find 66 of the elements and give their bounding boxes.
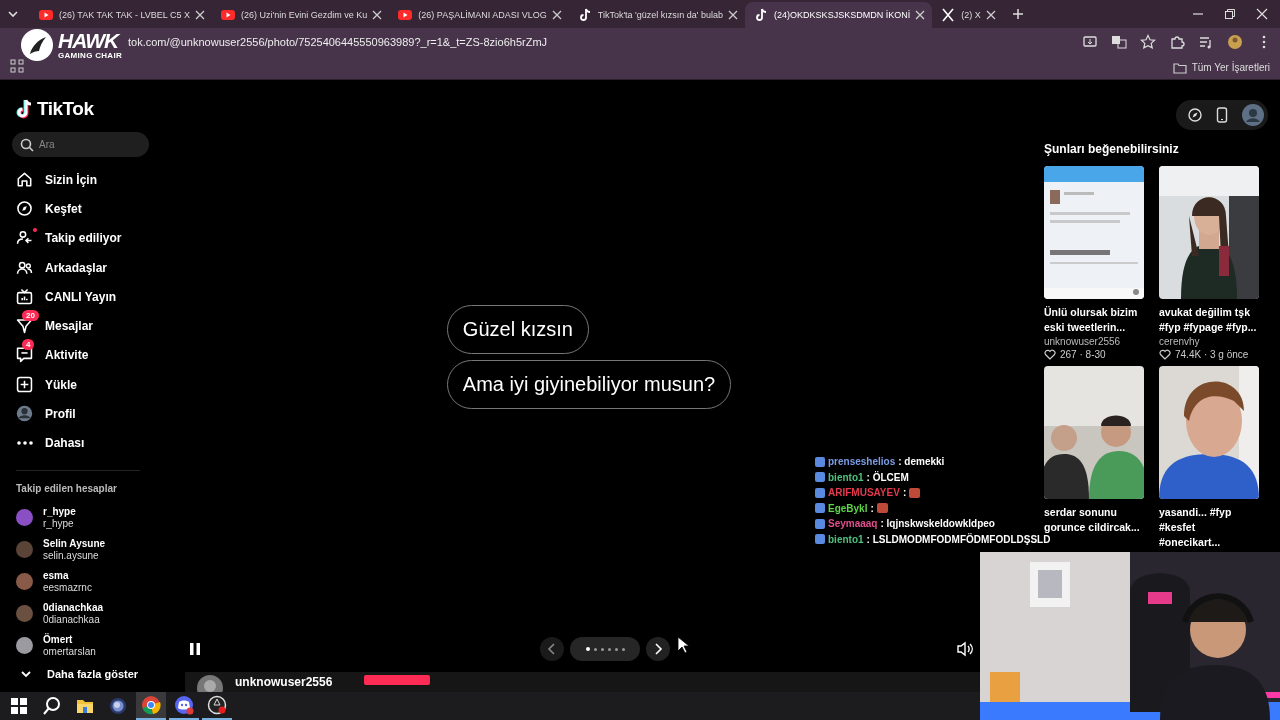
address-text[interactable]: tok.com/@unknowuser2556/photo/7525406445550963989?_r=1&_t=ZS-8zio6h5rZmJ [128,36,548,48]
nav-item[interactable]: Keşfet [12,194,160,224]
chat-username: biento1 [828,533,864,545]
tab-title: TikTok'ta 'güzel kızsın da' bulab [597,10,724,20]
search-field[interactable]: Ara [12,132,149,157]
chat-message: : [902,487,907,499]
account-name[interactable]: r_hype [43,505,76,518]
tab-title: (26) TAK TAK TAK - LVBEL C5 X [59,10,191,20]
chat-username: ARIFMUSAYEV [828,487,900,499]
nav-item[interactable]: Yükle [12,370,160,400]
tab-title: (24)OKDKSKSJSKSDMDN İKONİ [774,10,911,20]
chat-username: Seymaaaq [828,518,878,530]
video-title[interactable]: avukat değilim tşk #fyp #fypage #fyp... [1159,305,1259,335]
account-handle: r_hype [43,517,75,530]
chat-username: prenseshelios [828,456,896,468]
chat-message: : ÖLCEM [866,471,909,483]
nav-item[interactable]: Sizin İçin [12,165,160,195]
account-name[interactable]: Ömert [43,633,96,646]
browser-tab[interactable]: (24)OKDKSKSJSKSDMDN İKONİ [745,2,933,28]
browser-tab[interactable]: (26) TAK TAK TAK - LVBEL C5 X [30,2,213,28]
author-name[interactable]: unknowuser2556 [235,675,333,689]
speech-bubble: Ama iyi giyinebiliyor musun? [446,360,732,409]
nav-item[interactable]: CANLI Yayın [12,282,160,312]
count-badge: 20 [22,310,39,322]
nav-item[interactable]: Dahası [12,428,160,458]
account-name[interactable]: Selin Aysune [43,537,106,550]
tab-title: (26) PAŞALİMANI ADASI VLOG [418,10,547,20]
account-handle: 0dianachkaa [43,613,101,626]
browser-tab[interactable]: (26) Uzi'nin Evini Gezdim ve Ku [212,2,390,28]
chat-username: EgeBykl [828,502,868,514]
account-handle: eesmazrnc [43,581,92,594]
browser-tab[interactable]: (26) PAŞALİMANI ADASI VLOG [389,2,569,28]
video-title[interactable]: serdar sonunu gorunce cildircak... [1044,505,1144,535]
chat-username: biento1 [828,471,864,483]
nav-item[interactable]: 4 Aktivite [12,340,160,371]
show-more-link[interactable]: Daha fazla göster [20,667,160,680]
nav-item[interactable]: Takip ediliyor [12,223,160,253]
account-name[interactable]: esma [43,569,92,582]
nav-item[interactable]: 20 Mesajlar [12,311,160,341]
bookmark-folder[interactable]: Tüm Yer İşaretleri [1172,61,1270,74]
browser-tab[interactable]: (2) X [932,2,1003,28]
overlay-logo-tagline: GAMING CHAIR [58,51,123,60]
section-title: Şunları beğenebilirsiniz [1044,142,1180,156]
count-badge: 4 [22,339,35,351]
tab-title: (2) X [961,10,981,20]
video-title[interactable]: yasandi... #fyp #kesfet #onecikart... [1159,505,1259,550]
chat-message: : LSLDMODMFODMFÖDMFODLDŞSLD [866,533,1051,545]
browser-tab[interactable]: TikTok'ta 'güzel kızsın da' bulab [568,2,746,28]
video-stats: 74.4K · 3 g önce [1175,349,1249,360]
account-handle: selin.aysune [43,549,100,562]
logo-text: TikTok [37,98,94,120]
section-title: Takip edilen hesaplar [16,482,118,494]
video-stats: 267 · 8-30 [1060,349,1106,360]
account-name[interactable]: 0dianachkaa [43,601,104,614]
overlay-logo-text: HAWK [58,30,121,51]
tab-title: (26) Uzi'nin Evini Gezdim ve Ku [241,10,368,20]
author-name[interactable]: unknowuser2556 [1044,336,1144,347]
video-title[interactable]: Ünlü olursak bizim eski tweetlerin... [1044,305,1144,335]
chat-message: : demekki [898,456,945,468]
nav-item[interactable]: Arkadaşlar [12,252,160,283]
nav-item[interactable]: Profil [12,399,160,429]
chat-message: : [870,502,874,514]
author-name[interactable]: cerenvhy [1159,336,1259,347]
speech-bubble: Güzel kızsın [446,305,589,354]
account-handle: omertarslan [43,645,96,658]
chat-message: : lqjnskwskeldowkldpeo [880,518,995,530]
